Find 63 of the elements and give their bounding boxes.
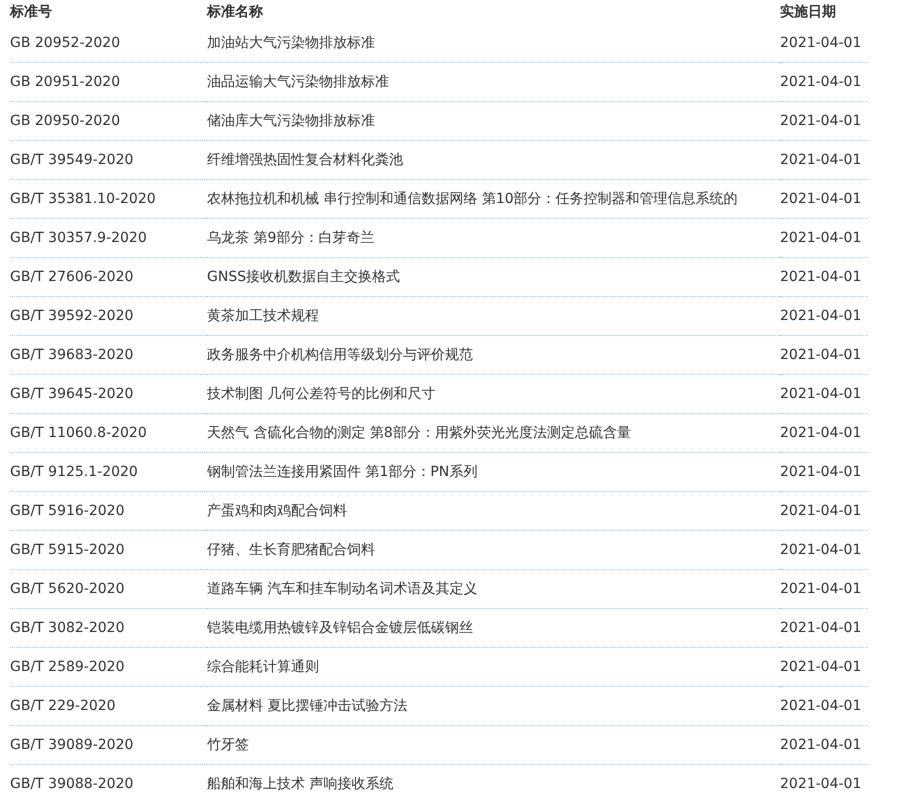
standard-title: 乌龙茶 第9部分：白芽奇兰 — [207, 230, 374, 246]
effective-date: 2021-04-01 — [780, 581, 862, 597]
standard-code: GB/T 39683-2020 — [10, 347, 134, 363]
effective-date: 2021-04-01 — [780, 230, 862, 246]
standard-code: GB/T 30357.9-2020 — [10, 230, 147, 246]
standard-title: 农林拖拉机和机械 串行控制和通信数据网络 第10部分：任务控制器和管理信息系统的 — [207, 191, 738, 207]
column-header: 标准名称 — [207, 3, 264, 22]
effective-date: 2021-04-01 — [780, 542, 862, 558]
effective-date: 2021-04-01 — [780, 620, 862, 636]
effective-date: 2021-04-01 — [780, 698, 862, 714]
standard-code: GB/T 39088-2020 — [10, 776, 134, 792]
standard-title: 金属材料 夏比摆锤冲击试验方法 — [207, 698, 408, 714]
standard-title: 产蛋鸡和肉鸡配合饲料 — [207, 503, 347, 519]
standard-title: 储油库大气污染物排放标准 — [207, 113, 375, 129]
standard-code: GB/T 35381.10-2020 — [10, 191, 156, 207]
standard-title: 政务服务中介机构信用等级划分与评价规范 — [207, 347, 473, 363]
standard-code: GB/T 39645-2020 — [10, 386, 134, 402]
standard-title: GNSS接收机数据自主交换格式 — [207, 269, 400, 285]
standard-title: 竹牙签 — [207, 737, 249, 753]
standard-code: GB 20951-2020 — [10, 74, 120, 90]
standard-title: 道路车辆 汽车和挂车制动名词术语及其定义 — [207, 581, 478, 597]
standard-code: GB/T 2589-2020 — [10, 659, 124, 675]
effective-date: 2021-04-01 — [780, 269, 862, 285]
effective-date: 2021-04-01 — [780, 191, 862, 207]
effective-date: 2021-04-01 — [780, 425, 862, 441]
standard-code: GB/T 39592-2020 — [10, 308, 134, 324]
standard-title: 加油站大气污染物排放标准 — [207, 35, 375, 51]
standard-code: GB/T 5620-2020 — [10, 581, 124, 597]
effective-date: 2021-04-01 — [780, 503, 862, 519]
standard-code: GB/T 3082-2020 — [10, 620, 124, 636]
effective-date: 2021-04-01 — [780, 737, 862, 753]
effective-date: 2021-04-01 — [780, 152, 862, 168]
effective-date: 2021-04-01 — [780, 659, 862, 675]
standard-title: 技术制图 几何公差符号的比例和尺寸 — [207, 386, 436, 402]
standard-title: 钢制管法兰连接用紧固件 第1部分：PN系列 — [207, 464, 478, 480]
standard-code: GB/T 39549-2020 — [10, 152, 134, 168]
effective-date: 2021-04-01 — [780, 347, 862, 363]
standard-title: 仔猪、生长育肥猪配合饲料 — [207, 542, 375, 558]
column-header: 标准号 — [10, 3, 53, 22]
effective-date: 2021-04-01 — [780, 35, 862, 51]
effective-date: 2021-04-01 — [780, 464, 862, 480]
standard-title: 铠装电缆用热镀锌及锌铝合金镀层低碳钢丝 — [207, 620, 473, 636]
effective-date: 2021-04-01 — [780, 776, 862, 792]
standard-code: GB/T 39089-2020 — [10, 737, 134, 753]
standard-code: GB/T 5915-2020 — [10, 542, 124, 558]
standard-code: GB/T 11060.8-2020 — [10, 425, 147, 441]
standard-code: GB 20952-2020 — [10, 35, 120, 51]
standard-code: GB/T 5916-2020 — [10, 503, 124, 519]
effective-date: 2021-04-01 — [780, 113, 862, 129]
effective-date: 2021-04-01 — [780, 74, 862, 90]
standard-title: 纤维增强热固性复合材料化粪池 — [207, 152, 403, 168]
standard-code: GB 20950-2020 — [10, 113, 120, 129]
standard-code: GB/T 229-2020 — [10, 698, 116, 714]
standard-title: 综合能耗计算通则 — [207, 659, 319, 675]
standard-title: 黄茶加工技术规程 — [207, 308, 319, 324]
column-header: 实施日期 — [780, 2, 837, 22]
standard-code: GB/T 9125.1-2020 — [10, 464, 138, 480]
effective-date: 2021-04-01 — [780, 386, 862, 402]
standard-code: GB/T 27606-2020 — [10, 269, 134, 285]
effective-date: 2021-04-01 — [780, 308, 862, 324]
standard-title: 天然气 含硫化合物的测定 第8部分：用紫外荧光光度法测定总硫含量 — [207, 425, 631, 441]
standard-title: 船舶和海上技术 声响接收系统 — [207, 776, 394, 792]
standard-title: 油品运输大气污染物排放标准 — [207, 74, 389, 90]
